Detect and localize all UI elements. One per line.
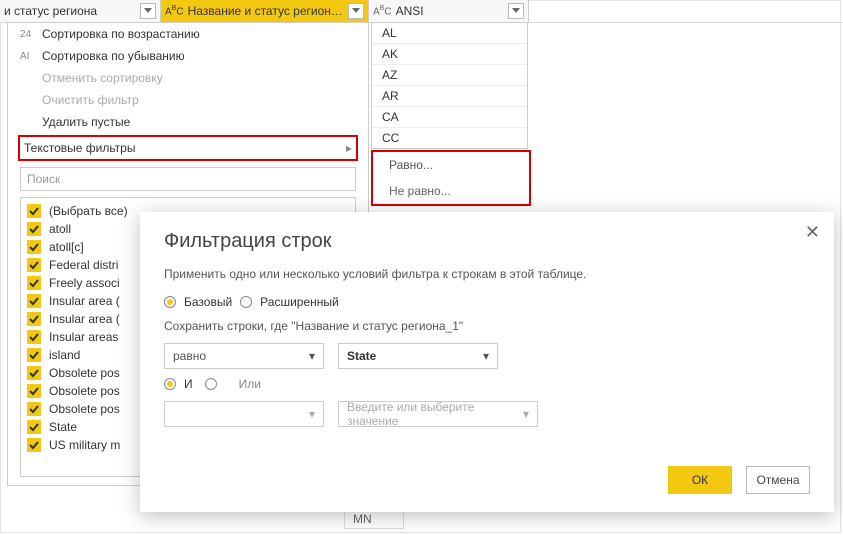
list-item[interactable]: AZ xyxy=(372,65,527,86)
checkbox-icon[interactable] xyxy=(27,204,41,218)
filter-value-label: US military m xyxy=(49,438,120,452)
filter-value-label: State xyxy=(49,420,77,434)
menu-item-equals[interactable]: Равно... xyxy=(373,152,529,178)
text-filter-submenu: Равно... Не равно... xyxy=(371,150,531,206)
sort-desc-label: Сортировка по убыванию xyxy=(42,49,185,63)
chevron-down-icon: ▾ xyxy=(483,349,489,363)
checkbox-icon[interactable] xyxy=(27,384,41,398)
checkbox-icon[interactable] xyxy=(27,402,41,416)
text-type-icon: ABC xyxy=(373,5,392,17)
checkbox-icon[interactable] xyxy=(27,276,41,290)
value-placeholder: Введите или выберите значение xyxy=(347,400,523,428)
list-item[interactable]: CC xyxy=(372,128,527,148)
menu-item-not-equals[interactable]: Не равно... xyxy=(373,178,529,204)
condition-row-1: равно ▾ State ▾ xyxy=(164,343,810,369)
filter-mode-radios: Базовый Расширенный xyxy=(164,295,810,309)
column-dropdown-button[interactable] xyxy=(508,3,524,19)
operator-select-2[interactable]: ▾ xyxy=(164,401,324,427)
sort-asc-label: Сортировка по возрастанию xyxy=(42,27,200,41)
column-header-ansi[interactable]: ABC ANSI xyxy=(369,0,529,22)
filter-rows-dialog: ✕ Фильтрация строк Применить одно или не… xyxy=(140,212,834,512)
checkbox-icon[interactable] xyxy=(27,294,41,308)
text-type-icon: ABC xyxy=(165,5,184,17)
remove-empty-label: Удалить пустые xyxy=(42,115,130,129)
radio-basic-label: Базовый xyxy=(184,295,232,309)
sort-descending[interactable]: AI Сортировка по убыванию xyxy=(8,45,368,67)
column-label: ANSI xyxy=(396,4,508,18)
radio-or-label: Или xyxy=(239,377,261,391)
column-header-region-status-1[interactable]: ABC Название и статус региона_1 xyxy=(161,0,369,22)
list-item[interactable]: CA xyxy=(372,107,527,128)
value-select-1[interactable]: State ▾ xyxy=(338,343,498,369)
filter-value-label: atoll[c] xyxy=(49,240,84,254)
search-placeholder: Поиск xyxy=(27,172,60,186)
cancel-button[interactable]: Отмена xyxy=(746,466,810,494)
checkbox-icon[interactable] xyxy=(27,240,41,254)
filter-value-label: Federal distri xyxy=(49,258,118,272)
list-item[interactable]: AK xyxy=(372,44,527,65)
chevron-down-icon: ▾ xyxy=(309,407,315,421)
checkbox-icon[interactable] xyxy=(27,420,41,434)
dialog-description: Применить одно или несколько условий фил… xyxy=(164,267,810,281)
checkbox-icon[interactable] xyxy=(27,438,41,452)
checkbox-icon[interactable] xyxy=(27,348,41,362)
ok-button[interactable]: ОК xyxy=(668,466,732,494)
chevron-right-icon: ▸ xyxy=(346,141,352,155)
radio-and-label: И xyxy=(184,377,193,391)
dialog-buttons: ОК Отмена xyxy=(668,466,810,494)
radio-advanced-label: Расширенный xyxy=(260,295,339,309)
radio-or[interactable] xyxy=(205,378,217,390)
filter-value-label: atoll xyxy=(49,222,71,236)
filter-value-label: Obsolete pos xyxy=(49,384,120,398)
checkbox-icon[interactable] xyxy=(27,312,41,326)
filter-value-label: Insular area ( xyxy=(49,312,120,326)
filter-value-label: Obsolete pos xyxy=(49,402,120,416)
column-dropdown-button[interactable] xyxy=(348,3,364,19)
column-headers: и статус региона ABC Название и статус р… xyxy=(0,0,843,23)
filter-value-label: Freely associ xyxy=(49,276,120,290)
value-text: State xyxy=(347,349,376,363)
operator-value: равно xyxy=(173,349,206,363)
radio-advanced[interactable] xyxy=(240,296,252,308)
checkbox-icon[interactable] xyxy=(27,366,41,380)
search-input[interactable]: Поиск xyxy=(20,167,356,191)
condition-row-2: ▾ Введите или выберите значение ▾ xyxy=(164,401,810,427)
filter-value-label: (Выбрать все) xyxy=(49,204,128,218)
column-dropdown-button[interactable] xyxy=(140,3,156,19)
clear-sort-label: Отменить сортировку xyxy=(42,71,163,85)
clear-filter-label: Очистить фильтр xyxy=(42,93,139,107)
filter-value-label: island xyxy=(49,348,80,362)
text-filters[interactable]: Текстовые фильтры ▸ xyxy=(18,135,358,161)
value-select-2[interactable]: Введите или выберите значение ▾ xyxy=(338,401,538,427)
table-cell: MN xyxy=(344,509,404,529)
operator-select-1[interactable]: равно ▾ xyxy=(164,343,324,369)
sort-desc-icon: AI xyxy=(20,51,38,62)
column-label: Название и статус региона_1 xyxy=(188,4,348,18)
keep-rows-text: Сохранить строки, где "Название и статус… xyxy=(164,319,810,333)
remove-empty[interactable]: Удалить пустые xyxy=(8,111,368,133)
sort-asc-icon: 24 xyxy=(20,29,38,40)
chevron-down-icon: ▾ xyxy=(309,349,315,363)
dialog-title: Фильтрация строк xyxy=(164,230,810,253)
filter-value-label: Insular areas xyxy=(49,330,118,344)
clear-sort: Отменить сортировку xyxy=(8,67,368,89)
list-item[interactable]: AL xyxy=(372,23,527,44)
clear-filter: Очистить фильтр xyxy=(8,89,368,111)
checkbox-icon[interactable] xyxy=(27,258,41,272)
filter-value-label: Obsolete pos xyxy=(49,366,120,380)
column-header-region-status[interactable]: и статус региона xyxy=(0,0,161,22)
text-filters-label: Текстовые фильтры xyxy=(24,141,135,155)
sort-ascending[interactable]: 24 Сортировка по возрастанию xyxy=(8,23,368,45)
checkbox-icon[interactable] xyxy=(27,222,41,236)
ansi-value-list: AL AK AZ AR CA CC xyxy=(371,22,528,149)
filter-value-label: Insular area ( xyxy=(49,294,120,308)
radio-and[interactable] xyxy=(164,378,176,390)
close-button[interactable]: ✕ xyxy=(805,222,820,243)
column-label: и статус региона xyxy=(4,4,140,18)
chevron-down-icon: ▾ xyxy=(523,407,529,421)
radio-basic[interactable] xyxy=(164,296,176,308)
list-item[interactable]: AR xyxy=(372,86,527,107)
checkbox-icon[interactable] xyxy=(27,330,41,344)
logic-connector: И Или xyxy=(164,377,810,391)
